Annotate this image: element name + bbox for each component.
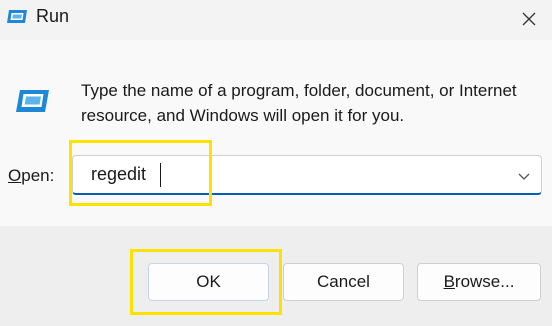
run-icon — [14, 88, 50, 114]
highlight-box-ok — [130, 249, 282, 315]
open-label-accesskey: O — [8, 166, 22, 185]
open-label: Open: — [8, 166, 54, 186]
window-title: Run — [36, 6, 70, 26]
chevron-down-icon[interactable] — [517, 169, 531, 183]
browse-label: rowse... — [454, 272, 515, 291]
browse-accesskey: B — [443, 272, 455, 291]
close-icon — [522, 12, 536, 26]
title-bar: Run — [0, 0, 552, 40]
run-icon — [6, 8, 28, 25]
highlight-box-input — [69, 140, 212, 206]
dialog-description: Type the name of a program, folder, docu… — [81, 81, 517, 125]
cancel-button[interactable]: Cancel — [283, 263, 404, 301]
open-label-text: pen: — [21, 166, 55, 185]
browse-button[interactable]: Browse... — [417, 263, 541, 301]
close-button[interactable] — [506, 0, 552, 38]
